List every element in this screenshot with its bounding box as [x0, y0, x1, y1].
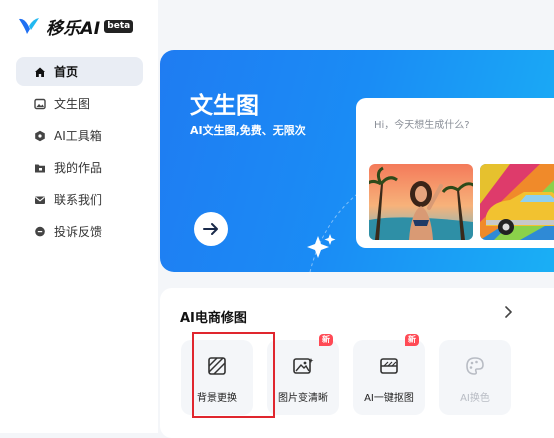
chevron-right-icon[interactable]: [504, 305, 514, 323]
sidebar-item-label: 我的作品: [54, 161, 103, 175]
tool-label: AI换色: [460, 393, 490, 404]
sidebar-item-label: AI工具箱: [54, 129, 102, 143]
sidebar-item-label: 首页: [54, 65, 79, 79]
banner-title: 文生图: [190, 93, 259, 119]
sidebar-item-home[interactable]: 首页: [16, 57, 143, 86]
image-icon: [34, 98, 46, 110]
new-badge: 新: [405, 334, 419, 346]
sidebar-nav: 首页 文生图 AI工具箱 我的作品 联系我们 投诉反馈: [16, 57, 143, 249]
sidebar-item-feedback[interactable]: 投诉反馈: [16, 217, 143, 246]
beta-badge: beta: [104, 19, 134, 33]
tool-image-enhance[interactable]: 新 图片变清晰: [267, 334, 339, 415]
start-button[interactable]: [194, 212, 228, 246]
tool-cutout[interactable]: 新 AI一键抠图: [353, 334, 425, 415]
sample-image-beach-girl[interactable]: [369, 164, 473, 240]
tool-label: 图片变清晰: [278, 393, 328, 404]
prompt-card[interactable]: Hi，今天想生成什么?: [356, 98, 554, 248]
section-title: AI电商修图: [180, 311, 247, 326]
folder-icon: [34, 162, 46, 174]
tool-recolor[interactable]: AI换色: [439, 340, 511, 415]
text-to-image-banner[interactable]: 文生图 AI文生图,免费、无限次 Hi，今天想生成什么?: [160, 50, 554, 272]
sidebar-item-label: 投诉反馈: [54, 225, 103, 239]
home-icon: [34, 66, 46, 78]
highlight-box: [192, 332, 275, 418]
image-enhance-icon: [292, 355, 314, 377]
sidebar-item-contact[interactable]: 联系我们: [16, 185, 143, 214]
brand-name: 移乐AI: [46, 18, 101, 39]
new-badge: 新: [319, 334, 333, 346]
sample-image-car[interactable]: [480, 164, 554, 240]
arrow-right-icon: [203, 223, 218, 235]
sidebar-item-toolbox[interactable]: AI工具箱: [16, 121, 143, 150]
sidebar-item-label: 联系我们: [54, 193, 103, 207]
palette-icon: [465, 355, 485, 377]
tool-label: AI一键抠图: [364, 393, 414, 404]
prompt-placeholder: Hi，今天想生成什么?: [374, 120, 470, 131]
feedback-icon: [34, 226, 46, 238]
banner-subtitle: AI文生图,免费、无限次: [190, 124, 306, 137]
cutout-icon: [379, 355, 399, 377]
sidebar-item-label: 文生图: [54, 97, 91, 111]
mail-icon: [34, 194, 46, 206]
sidebar-item-text-to-image[interactable]: 文生图: [16, 89, 143, 118]
brand-logo-icon: [19, 18, 39, 34]
brand-logo[interactable]: 移乐AI beta: [18, 12, 134, 40]
sidebar-item-my-works[interactable]: 我的作品: [16, 153, 143, 182]
sidebar: 移乐AI beta 首页 文生图 AI工具箱 我的作品 联系我们 投诉反馈: [0, 0, 158, 433]
toolbox-icon: [34, 130, 46, 142]
